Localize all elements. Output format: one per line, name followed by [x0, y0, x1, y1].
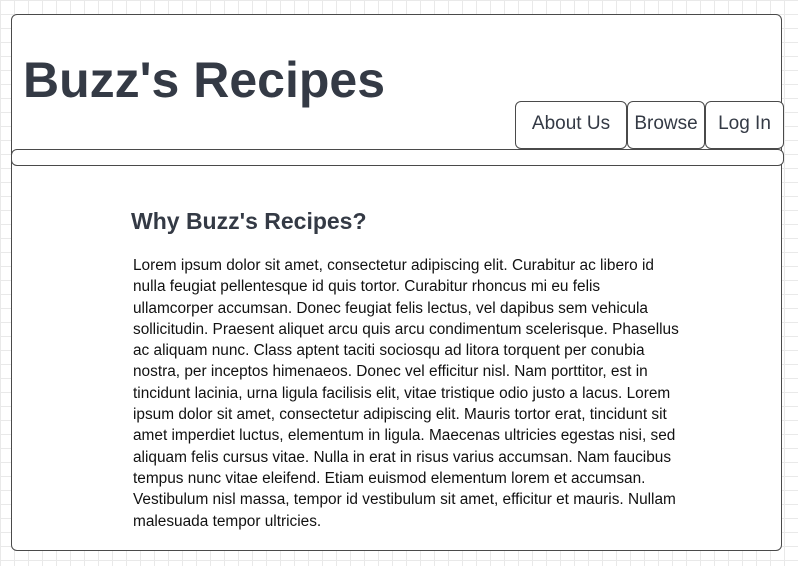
section-heading: Why Buzz's Recipes?: [131, 208, 367, 234]
about-us-button[interactable]: About Us: [515, 101, 627, 149]
log-in-button[interactable]: Log In: [705, 101, 784, 149]
site-title: Buzz's Recipes: [23, 52, 386, 108]
browse-button[interactable]: Browse: [627, 101, 705, 149]
body-paragraph: Lorem ipsum dolor sit amet, consectetur …: [133, 257, 679, 530]
header-divider-bar: [11, 149, 784, 166]
